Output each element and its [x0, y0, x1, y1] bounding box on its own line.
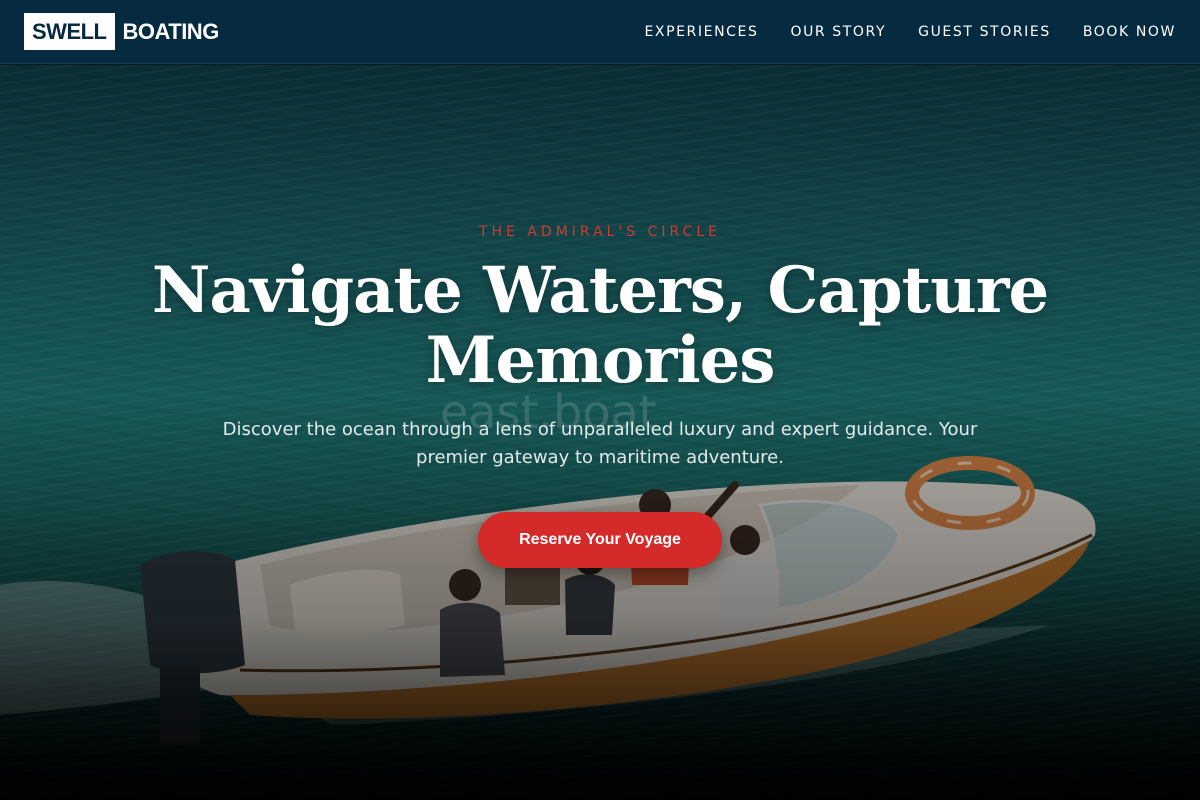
logo-box-text: SWELL	[24, 13, 115, 50]
nav-experiences[interactable]: EXPERIENCES	[644, 24, 758, 40]
logo-text: BOATING	[122, 18, 220, 44]
hero-content: THE ADMIRAL'S CIRCLE Navigate Waters, Ca…	[0, 65, 1200, 800]
site-header: SWELL BOATING EXPERIENCES OUR STORY GUES…	[0, 0, 1200, 64]
reserve-voyage-button[interactable]: Reserve Your Voyage	[478, 512, 722, 568]
hero-eyebrow: THE ADMIRAL'S CIRCLE	[478, 224, 722, 240]
hero-section: east.boat THE ADMIRAL'S CIRCLE Navigate …	[0, 65, 1200, 800]
brand-logo[interactable]: SWELL BOATING	[24, 13, 219, 50]
nav-guest-stories[interactable]: GUEST STORIES	[918, 24, 1051, 40]
main-nav: EXPERIENCES OUR STORY GUEST STORIES BOOK…	[644, 24, 1176, 40]
hero-headline: Navigate Waters, Capture Memories	[151, 253, 1049, 398]
nav-book-now[interactable]: BOOK NOW	[1083, 24, 1176, 40]
nav-our-story[interactable]: OUR STORY	[790, 24, 886, 40]
hero-subtext: Discover the ocean through a lens of unp…	[222, 419, 978, 468]
